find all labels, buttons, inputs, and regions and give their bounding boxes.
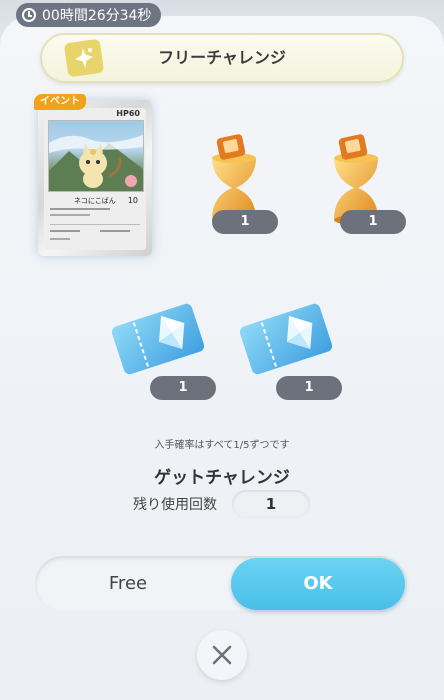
card-text-lines (50, 208, 140, 240)
remaining-uses-label: 残り使用回数 (133, 497, 217, 513)
pokemon-card: HP60 ネコにこばん 10 (38, 100, 152, 256)
remaining-uses-value: 1 (232, 490, 310, 518)
get-challenge-title: ゲットチャレンジ (154, 468, 290, 488)
card-damage: 10 (127, 196, 138, 205)
timer-text: 00時間26分34秒 (42, 8, 152, 24)
ticket-icon (111, 303, 205, 375)
reward-count: 1 (340, 210, 406, 234)
reward-count: 1 (150, 376, 216, 400)
free-option[interactable]: Free (35, 556, 221, 612)
ok-button[interactable]: OK (231, 558, 405, 610)
event-badge: イベント (34, 94, 86, 110)
page-title: フリーチャレンジ (158, 48, 286, 67)
card-art (48, 120, 144, 192)
mode-toggle[interactable]: Free OK (35, 556, 407, 612)
reward-item-ticket-1[interactable] (106, 296, 210, 382)
card-reward[interactable]: イベント HP60 ネコにこばん 10 (34, 94, 152, 256)
card-move-name: ネコにこばん (74, 197, 116, 205)
reward-item-ticket-2[interactable] (234, 296, 338, 382)
title-bar: フリーチャレンジ (40, 33, 404, 83)
card-hp: HP60 (116, 109, 140, 118)
reward-count: 1 (276, 376, 342, 400)
clock-icon (22, 8, 36, 22)
ticket-icon (239, 303, 333, 375)
close-icon (212, 645, 232, 665)
close-button[interactable] (197, 630, 247, 680)
reward-count: 1 (212, 210, 278, 234)
timer-badge: 00時間26分34秒 (16, 3, 162, 27)
probability-note: 入手確率はすべて1/5ずつです (154, 440, 290, 451)
